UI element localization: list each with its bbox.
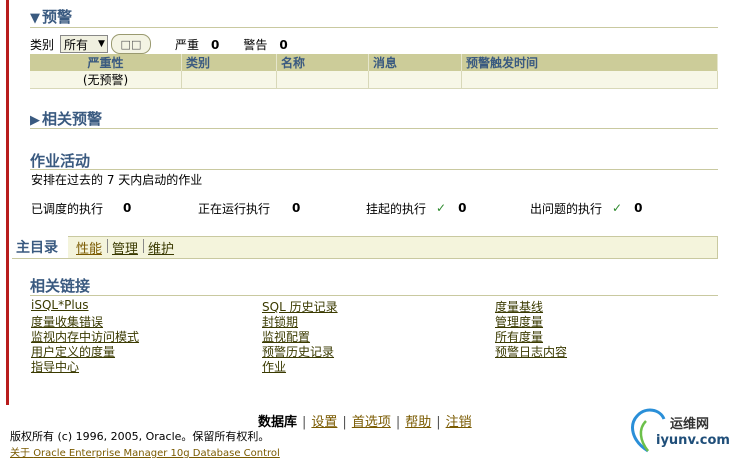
- running-executions-value[interactable]: 0: [292, 201, 300, 215]
- watermark: 运维网 iyunv.com: [626, 405, 730, 455]
- alerts-title: 预警: [42, 8, 73, 26]
- left-accent-bar: [6, 0, 9, 405]
- alerts-table-header: 严重性 类别 名称 消息 预警触发时间: [30, 54, 718, 71]
- footer-separator: |: [436, 415, 441, 430]
- column-header-message[interactable]: 消息: [368, 54, 462, 71]
- footer-preferences-link[interactable]: 首选项: [352, 415, 391, 430]
- warning-label: 警告: [243, 37, 268, 52]
- warning-count: 0: [279, 37, 288, 52]
- job-activity-description: 安排在过去的 7 天内启动的作业: [31, 173, 203, 187]
- dropdown-arrow-icon: ▼: [98, 39, 105, 49]
- scheduled-executions-value[interactable]: 0: [123, 201, 131, 215]
- checkmark-icon: ✓: [436, 201, 447, 215]
- about-word[interactable]: 关于: [10, 448, 30, 459]
- copyright-text: 版权所有 (c) 1996, 2005, Oracle。保留所有权利。: [10, 430, 270, 443]
- running-executions-label: 正在运行执行: [198, 201, 271, 216]
- link-jobs[interactable]: 作业: [262, 358, 286, 375]
- related-alerts-header[interactable]: ▶ 相关预警: [30, 108, 102, 129]
- table-cell: [276, 71, 369, 89]
- table-cell: [368, 71, 462, 89]
- divider: [30, 295, 718, 296]
- scheduled-executions: 已调度的执行 0: [31, 200, 131, 216]
- empty-alerts-cell: (无预警): [30, 71, 182, 89]
- tab-bar: 主目录 性能 管理 维护: [12, 236, 718, 259]
- footer-setup-link[interactable]: 设置: [311, 415, 337, 430]
- footer-separator: |: [302, 415, 307, 430]
- tab-separator: [143, 239, 144, 253]
- suspended-executions: 挂起的执行 ✓ 0: [366, 200, 466, 216]
- checkmark-icon: ✓: [612, 201, 623, 215]
- suspended-executions-label: 挂起的执行: [366, 201, 427, 216]
- table-cell: [461, 71, 718, 89]
- go-button[interactable]: □□: [110, 34, 151, 54]
- tab-performance[interactable]: 性能: [76, 238, 102, 257]
- problem-executions-value[interactable]: 0: [634, 201, 642, 215]
- running-executions: 正在运行执行 0: [198, 200, 300, 216]
- footer-nav: 数据库 | 设置 | 首选项 | 帮助 | 注销: [258, 411, 472, 430]
- category-select-value: 所有: [64, 37, 89, 52]
- link-isqlplus[interactable]: iSQL*Plus: [31, 298, 89, 312]
- related-alerts-title: 相关预警: [42, 110, 103, 128]
- link-alert-log-contents[interactable]: 预警日志内容: [495, 343, 567, 360]
- job-activity-title: 作业活动: [30, 152, 91, 170]
- tab-separator: [107, 239, 108, 253]
- tab-administration[interactable]: 管理: [112, 238, 138, 257]
- about-line: 关于 Oracle Enterprise Manager 10g Databas…: [10, 444, 280, 459]
- table-row: (无预警): [30, 71, 718, 89]
- about-oem-link[interactable]: Oracle Enterprise Manager 10g Database C…: [33, 448, 280, 459]
- watermark-cn-text: 运维网: [670, 417, 710, 432]
- problem-executions: 出问题的执行 ✓ 0: [530, 200, 642, 216]
- column-header-name[interactable]: 名称: [276, 54, 369, 71]
- divider: [30, 169, 718, 170]
- suspended-executions-value[interactable]: 0: [458, 201, 466, 215]
- footer-separator: |: [395, 415, 401, 430]
- tab-maintenance[interactable]: 维护: [148, 238, 174, 257]
- tab-home[interactable]: 主目录: [16, 237, 58, 257]
- footer-help-link[interactable]: 帮助: [405, 415, 431, 430]
- alerts-filter-row: 类别 所有 ▼ □□ 严重 0 警告 0: [30, 34, 288, 54]
- watermark-en-text: iyunv.com: [656, 433, 730, 448]
- expand-triangle-icon[interactable]: ▶: [30, 113, 40, 128]
- footer-logout-link[interactable]: 注销: [446, 415, 472, 430]
- scheduled-executions-label: 已调度的执行: [31, 201, 104, 216]
- footer-separator: |: [342, 415, 347, 430]
- category-label: 类别: [30, 37, 55, 52]
- problem-executions-label: 出问题的执行: [530, 201, 603, 216]
- alerts-section-header[interactable]: ▼ 预警: [30, 6, 72, 27]
- divider: [30, 128, 718, 129]
- alerts-table: 严重性 类别 名称 消息 预警触发时间 (无预警): [30, 54, 718, 89]
- collapse-triangle-icon[interactable]: ▼: [30, 11, 40, 26]
- divider: [30, 27, 718, 28]
- related-links-title: 相关链接: [30, 277, 91, 295]
- link-advisor-central[interactable]: 指导中心: [31, 358, 79, 375]
- column-header-severity[interactable]: 严重性: [30, 54, 182, 71]
- critical-count: 0: [210, 37, 220, 52]
- column-header-alert-time[interactable]: 预警触发时间: [461, 54, 718, 71]
- category-select[interactable]: 所有 ▼: [60, 35, 108, 53]
- critical-metric: 严重 0: [175, 36, 219, 53]
- warning-metric: 警告 0: [243, 36, 287, 53]
- table-cell: [181, 71, 277, 89]
- column-header-category[interactable]: 类别: [181, 54, 277, 71]
- critical-label: 严重: [174, 37, 199, 52]
